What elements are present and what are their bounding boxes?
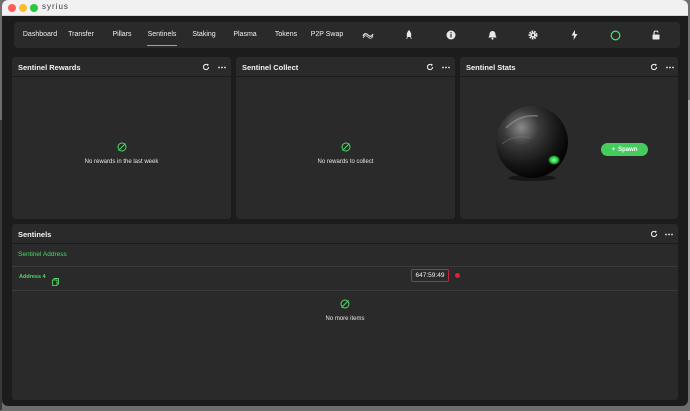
settings-gear-icon[interactable] xyxy=(527,29,539,41)
lock-icon[interactable] xyxy=(650,29,662,41)
tab-tokens[interactable]: Tokens xyxy=(273,22,299,48)
empty-message: No rewards to collect xyxy=(317,159,374,165)
tab-p2p-swap[interactable]: P2P Swap xyxy=(310,22,344,48)
card-title: Sentinel Collect xyxy=(242,63,299,72)
column-header-sentinel-address: Sentinel Address xyxy=(18,251,67,258)
card-title: Sentinel Stats xyxy=(466,63,516,72)
more-options-icon[interactable] xyxy=(217,62,227,72)
row-divider xyxy=(12,266,678,267)
sentinel-timer: 647:59:49 xyxy=(411,269,449,282)
card-header: Sentinel Collect xyxy=(236,57,455,77)
rocket-icon[interactable] xyxy=(403,29,415,41)
tab-staking[interactable]: Staking xyxy=(190,22,218,48)
close-window-button[interactable] xyxy=(8,4,16,12)
card-header: Sentinels xyxy=(12,224,678,244)
sentinel-stats-card: Sentinel Stats + Spawn xyxy=(460,57,678,219)
spawn-button[interactable]: + Spawn xyxy=(601,143,648,156)
refresh-icon[interactable] xyxy=(201,62,211,72)
spawn-label: Spawn xyxy=(618,146,638,153)
minimize-window-button[interactable] xyxy=(19,4,27,12)
card-title: Sentinels xyxy=(18,230,52,239)
empty-message: No more items xyxy=(325,316,365,322)
empty-message: No rewards in the last week xyxy=(84,159,159,165)
refresh-icon[interactable] xyxy=(649,229,659,239)
bridge-icon[interactable] xyxy=(362,29,374,41)
tab-sentinels[interactable]: Sentinels xyxy=(147,22,177,48)
empty-state: No more items xyxy=(12,296,678,322)
empty-state: No rewards in the last week xyxy=(12,139,231,165)
card-title: Sentinel Rewards xyxy=(18,63,81,72)
empty-state: No rewards to collect xyxy=(236,139,455,165)
row-divider xyxy=(12,290,678,291)
sentinels-list-card: Sentinels Sentinel Address Address 4 647… xyxy=(12,224,678,400)
more-options-icon[interactable] xyxy=(664,229,674,239)
card-header: Sentinel Rewards xyxy=(12,57,231,77)
refresh-icon[interactable] xyxy=(649,62,659,72)
plus-icon: + xyxy=(611,146,616,153)
sync-status-icon[interactable] xyxy=(609,29,621,41)
zoom-window-button[interactable] xyxy=(30,4,38,12)
empty-icon xyxy=(340,299,350,309)
window-title: syrius xyxy=(42,2,69,11)
refresh-icon[interactable] xyxy=(425,62,435,72)
sentinel-rewards-card: Sentinel Rewards No rewards in the last … xyxy=(12,57,231,219)
title-bar: syrius xyxy=(2,0,688,16)
empty-icon xyxy=(341,142,350,152)
sentinel-address: Address 4 xyxy=(19,274,46,280)
tab-dashboard[interactable]: Dashboard xyxy=(19,22,61,48)
sentinel-orb-image xyxy=(496,106,568,181)
more-options-icon[interactable] xyxy=(665,62,675,72)
notification-bell-icon[interactable] xyxy=(486,29,498,41)
sentinel-collect-card: Sentinel Collect No rewards to collect xyxy=(236,57,455,219)
tab-transfer[interactable]: Transfer xyxy=(64,22,98,48)
info-icon[interactable] xyxy=(445,29,457,41)
more-options-icon[interactable] xyxy=(441,62,451,72)
tab-pillars[interactable]: Pillars xyxy=(109,22,135,48)
card-header: Sentinel Stats xyxy=(460,57,678,77)
tab-plasma[interactable]: Plasma xyxy=(232,22,258,48)
app-window: syrius Dashboard Transfer Pillars Sentin… xyxy=(2,0,688,406)
status-dot xyxy=(455,273,460,278)
top-navigation-bar: Dashboard Transfer Pillars Sentinels Sta… xyxy=(14,22,680,48)
copy-icon[interactable] xyxy=(52,273,59,291)
empty-icon xyxy=(117,142,126,152)
lightning-icon[interactable] xyxy=(568,29,580,41)
